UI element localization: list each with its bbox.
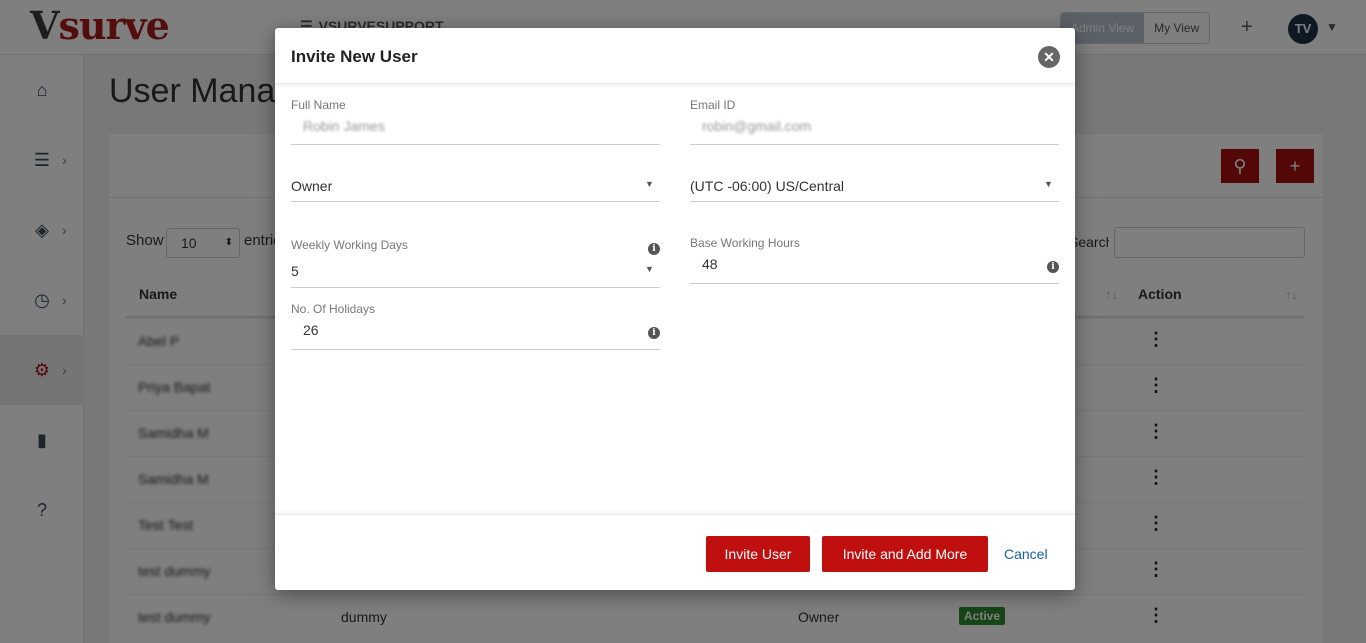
holidays-field[interactable]: No. Of Holidays 26 i	[291, 302, 660, 350]
info-icon[interactable]: i	[648, 243, 660, 255]
cancel-button[interactable]: Cancel	[1004, 546, 1048, 562]
modal-footer: Invite User Invite and Add More Cancel	[275, 514, 1075, 590]
weekly-days-select[interactable]: Weekly Working Days 5 i ▼	[291, 238, 660, 288]
caret-down-icon: ▼	[645, 179, 654, 189]
full-name-field[interactable]: Full Name Robin James	[291, 98, 660, 145]
base-hours-label: Base Working Hours	[690, 236, 800, 250]
modal-header: Invite New User ✕	[275, 28, 1075, 84]
full-name-placeholder: Robin James	[303, 118, 385, 134]
invite-user-button[interactable]: Invite User	[706, 536, 810, 572]
email-placeholder: robin@gmail.com	[702, 118, 812, 134]
info-icon[interactable]: i	[648, 327, 660, 339]
email-field[interactable]: Email ID robin@gmail.com	[690, 98, 1059, 145]
holidays-label: No. Of Holidays	[291, 302, 376, 316]
invite-user-modal: Invite New User ✕ Full Name Robin James …	[275, 28, 1075, 590]
info-icon[interactable]: i	[1047, 261, 1059, 273]
caret-down-icon: ▼	[645, 264, 654, 274]
weekly-days-label: Weekly Working Days	[291, 238, 408, 252]
base-hours-field[interactable]: Base Working Hours 48 i	[690, 236, 1059, 284]
modal-title: Invite New User	[291, 47, 418, 66]
close-icon[interactable]: ✕	[1038, 46, 1060, 68]
role-select[interactable]: Owner ▼	[291, 170, 660, 202]
email-label: Email ID	[690, 98, 736, 112]
timezone-select[interactable]: (UTC -06:00) US/Central ▼	[690, 170, 1059, 202]
caret-down-icon: ▼	[1044, 179, 1053, 189]
full-name-label: Full Name	[291, 98, 346, 112]
invite-and-add-more-button[interactable]: Invite and Add More	[822, 536, 988, 572]
